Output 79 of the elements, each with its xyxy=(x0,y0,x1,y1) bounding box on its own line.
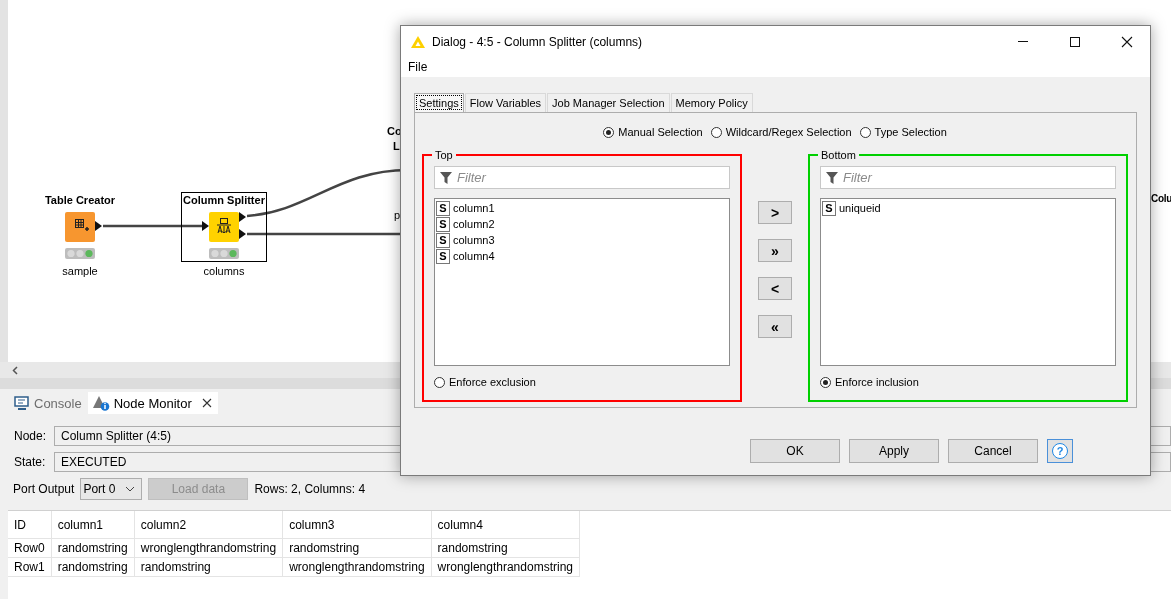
field-label: Node: xyxy=(14,429,48,443)
column-header[interactable]: column4 xyxy=(431,511,580,539)
list-item[interactable]: column1 xyxy=(453,202,495,214)
type-tag: S xyxy=(436,216,450,232)
filter-field[interactable]: Filter xyxy=(820,166,1116,189)
help-button[interactable]: ? xyxy=(1047,439,1073,463)
table-cell: wronglengthrandomstring xyxy=(134,538,283,558)
group-title: Bottom xyxy=(820,149,857,161)
column-header[interactable]: ID xyxy=(8,511,52,539)
filter-field[interactable]: Filter xyxy=(434,166,730,189)
row-id: Row1 xyxy=(8,557,52,577)
radio-label[interactable]: Type Selection xyxy=(874,126,947,138)
list-item[interactable]: column4 xyxy=(453,250,495,262)
dialog-tab[interactable]: Job Manager Selection xyxy=(547,93,670,112)
dialog-button[interactable]: Apply xyxy=(849,439,939,463)
radio-button[interactable] xyxy=(434,376,445,388)
radio-label[interactable]: Wildcard/Regex Selection xyxy=(725,126,852,138)
port-dropdown[interactable]: Port 0 xyxy=(80,478,143,500)
field-label: Port Output xyxy=(13,482,75,496)
dialog-button[interactable]: OK xyxy=(750,439,840,463)
scroll-left-icon[interactable] xyxy=(12,365,19,375)
node-icon[interactable] xyxy=(201,212,247,242)
table-cell: randomstring xyxy=(134,557,283,577)
menu-item[interactable]: File xyxy=(408,60,428,74)
radio-button[interactable] xyxy=(710,126,722,138)
column-header[interactable]: column3 xyxy=(282,511,432,539)
monitor-icon xyxy=(14,396,30,410)
radio-label[interactable]: Enforce inclusion xyxy=(835,376,919,388)
node-title: Colu xyxy=(1151,193,1171,204)
radio-label[interactable]: Enforce exclusion xyxy=(449,376,536,388)
filter-icon xyxy=(439,171,453,185)
panel-tab[interactable]: Console xyxy=(10,392,88,414)
table-summary: Rows: 2, Columns: 4 xyxy=(254,482,366,496)
filter-icon xyxy=(825,171,839,185)
table-cell: randomstring xyxy=(51,557,135,577)
dialog-tab[interactable]: Settings xyxy=(414,93,464,112)
list-item[interactable]: column2 xyxy=(453,218,495,230)
table-cell: randomstring xyxy=(282,538,432,558)
radio-button[interactable] xyxy=(603,126,615,138)
radio-button[interactable] xyxy=(859,126,871,138)
type-tag: S xyxy=(436,200,450,216)
node-label[interactable]: sample xyxy=(62,265,98,277)
move-button[interactable]: » xyxy=(758,239,792,262)
close-icon[interactable] xyxy=(201,398,212,408)
type-tag: S xyxy=(822,200,836,216)
node-title: Table Creator xyxy=(44,193,116,207)
move-button[interactable]: < xyxy=(758,277,792,300)
list-item[interactable]: column3 xyxy=(453,234,495,246)
column-header[interactable]: column1 xyxy=(51,511,135,539)
type-tag: S xyxy=(436,232,450,248)
move-button[interactable]: « xyxy=(758,315,792,338)
dialog-tab[interactable]: Memory Policy xyxy=(670,93,753,112)
field-label: State: xyxy=(14,455,47,469)
chevron-down-icon xyxy=(125,486,136,492)
dialog-tab[interactable]: Flow Variables xyxy=(464,93,547,112)
type-tag: S xyxy=(436,248,450,264)
node-title: Column Splitter xyxy=(183,193,265,207)
window-title: Dialog - 4:5 - Column Splitter (columns) xyxy=(432,34,643,49)
move-button[interactable]: > xyxy=(758,201,792,224)
table-cell: wronglengthrandomstring xyxy=(282,557,432,577)
group-title: Top xyxy=(434,149,454,161)
row-id: Row0 xyxy=(8,538,52,558)
table-cell: randomstring xyxy=(51,538,135,558)
dialog-button[interactable]: Cancel xyxy=(948,439,1038,463)
node-frame[interactable]: Table Creator xyxy=(37,192,123,262)
node-title: p xyxy=(394,209,401,221)
help-icon: ? xyxy=(1052,443,1068,459)
triangle-logo-icon xyxy=(410,34,426,49)
column-header[interactable]: column2 xyxy=(134,511,283,539)
radio-button[interactable] xyxy=(820,376,831,388)
table-cell: wronglengthrandomstring xyxy=(431,557,580,577)
node-label[interactable]: columns xyxy=(203,265,245,277)
node-frame[interactable]: Column Splitter xyxy=(181,192,267,262)
radio-label[interactable]: Manual Selection xyxy=(618,126,703,138)
warning-info-icon xyxy=(91,395,110,411)
node-title: L xyxy=(393,140,400,152)
table-cell: randomstring xyxy=(431,538,580,558)
list-item[interactable]: uniqueid xyxy=(839,202,881,214)
panel-tab[interactable]: Node Monitor xyxy=(87,392,218,414)
